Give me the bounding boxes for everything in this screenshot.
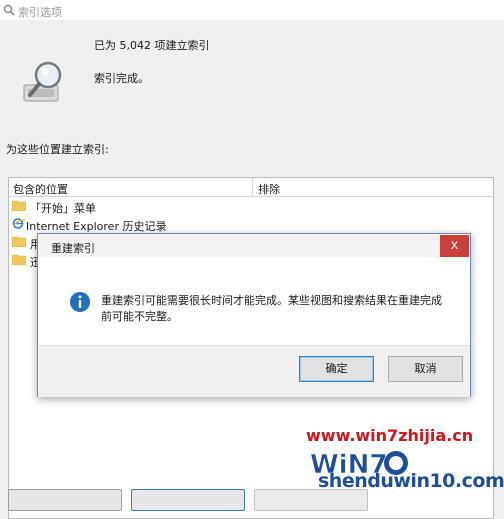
watermark-url: www.win7zhijia.cn bbox=[306, 426, 474, 445]
close-icon: x bbox=[450, 238, 459, 253]
advanced-button[interactable] bbox=[131, 489, 245, 511]
locations-label: 为这些位置建立索引: bbox=[6, 143, 109, 156]
folder-icon bbox=[12, 236, 26, 247]
folder-icon bbox=[12, 200, 26, 211]
dialog-footer: 确定 取消 bbox=[38, 345, 470, 397]
list-item-label: 「开始」菜单 bbox=[30, 202, 96, 215]
dialog-title: 重建索引 bbox=[51, 242, 95, 255]
watermark-domain: shenduwin10.com bbox=[318, 470, 504, 492]
info-icon bbox=[70, 292, 90, 312]
rebuild-index-dialog: 重建索引 x 重建索引可能需要很长时间才能完成。某些视图和搜索结果在重建完成 前… bbox=[37, 233, 471, 397]
indexed-count-text: 已为 5,042 项建立索引 bbox=[94, 39, 210, 52]
list-header: 包含的位置 排除 bbox=[9, 178, 493, 197]
dialog-message-line2: 前可能不完整。 bbox=[101, 310, 178, 323]
cancel-button[interactable]: 取消 bbox=[388, 356, 463, 382]
ie-icon bbox=[12, 218, 26, 229]
dialog-title-bar: 重建索引 x bbox=[38, 234, 470, 257]
close-button[interactable]: x bbox=[440, 235, 469, 257]
ok-button[interactable]: 确定 bbox=[299, 356, 374, 382]
troubleshoot-button[interactable] bbox=[254, 489, 368, 511]
dialog-message-line1: 重建索引可能需要很长时间才能完成。某些视图和搜索结果在重建完成 bbox=[101, 294, 442, 307]
list-item[interactable]: Internet Explorer 历史记录 bbox=[12, 216, 482, 234]
window-title: 索引选项 bbox=[18, 6, 62, 19]
column-divider[interactable] bbox=[252, 178, 253, 196]
column-header-excluded[interactable]: 排除 bbox=[258, 181, 280, 197]
list-item-label: Internet Explorer 历史记录 bbox=[26, 220, 167, 233]
modify-button[interactable] bbox=[8, 489, 122, 511]
title-bar: 索引选项 bbox=[0, 0, 504, 20]
column-header-included[interactable]: 包含的位置 bbox=[13, 181, 68, 197]
magnifier-index-icon bbox=[23, 61, 62, 102]
indexing-status-text: 索引完成。 bbox=[94, 72, 149, 85]
list-item[interactable]: 「开始」菜单 bbox=[12, 198, 482, 216]
dialog-body: 重建索引可能需要很长时间才能完成。某些视图和搜索结果在重建完成 前可能不完整。 bbox=[38, 257, 470, 345]
indexing-options-icon bbox=[3, 4, 15, 16]
folder-icon bbox=[12, 254, 26, 265]
